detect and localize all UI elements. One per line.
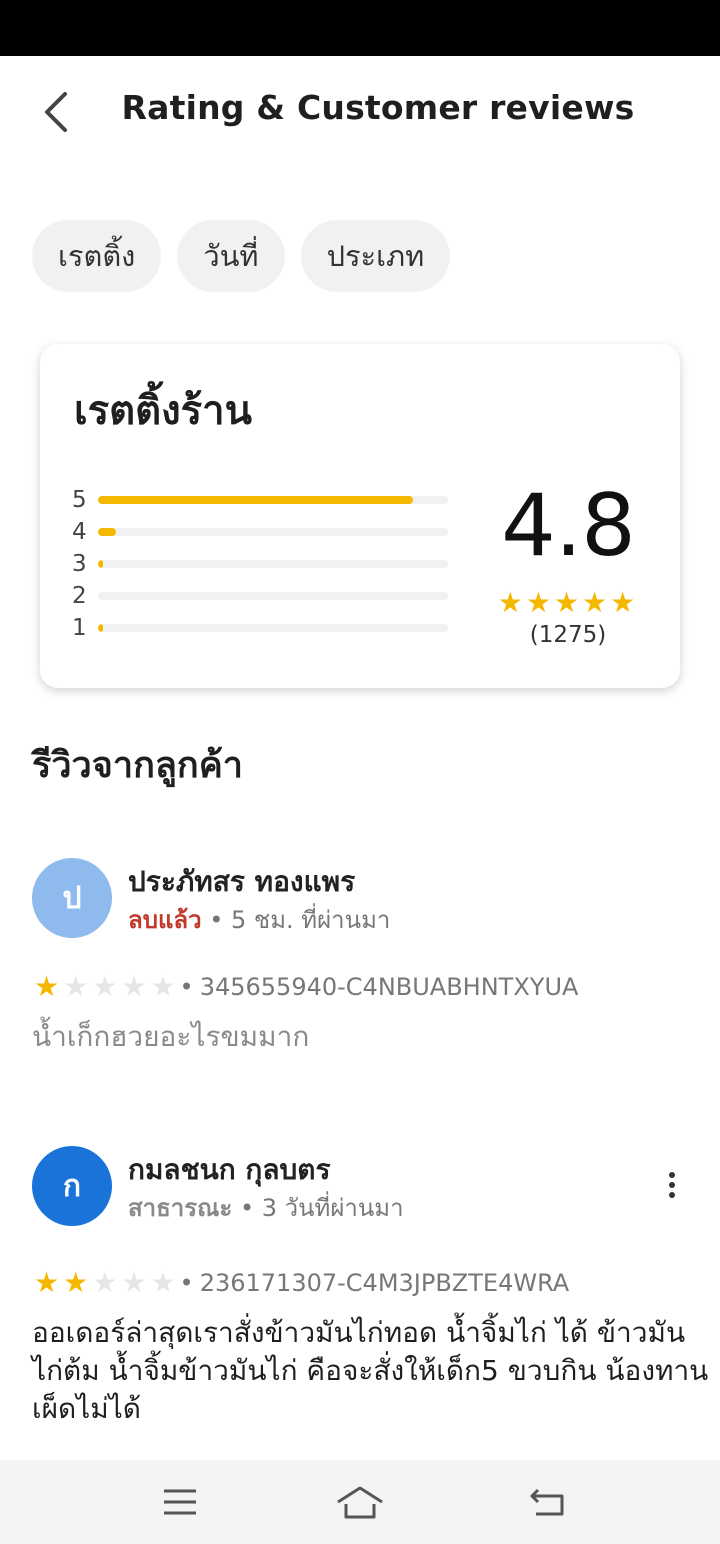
rating-card-title: เรตติ้งร้าน	[74, 388, 252, 434]
star-icon: ★	[121, 970, 147, 1003]
order-id: 236171307-C4M3JPBZTE4WRA	[199, 1268, 570, 1297]
star-icon: ★	[121, 1266, 147, 1299]
system-nav-bar	[0, 1460, 720, 1544]
rating-bar-track	[98, 560, 448, 568]
filter-chip-type[interactable]: ประเภท	[300, 220, 451, 292]
star-icon: ★	[553, 586, 583, 619]
status-bar	[0, 0, 720, 56]
star-icon: ★	[63, 1266, 89, 1299]
menu-icon	[164, 1489, 196, 1515]
average-stars: ★★★★★	[490, 586, 646, 619]
star-icon: ★	[92, 1266, 118, 1299]
review-stars: ★ ★ ★ ★ ★	[34, 970, 180, 1003]
filter-chips: เรตติ้ง วันที่ ประเภท	[32, 220, 451, 292]
star-icon: ★	[63, 970, 89, 1003]
review-time: 5 ชม. ที่ผ่านมา	[231, 906, 391, 934]
nav-back-button[interactable]	[518, 1480, 578, 1524]
star-icon: ★	[150, 970, 176, 1003]
reviews-section-title: รีวิวจากลูกค้า	[32, 745, 244, 786]
review-meta: ลบแล้ว • 5 ชม. ที่ผ่านมา	[128, 900, 390, 939]
star-icon: ★	[92, 970, 118, 1003]
meta-separator: •	[209, 906, 224, 934]
rating-bar-label: 1	[72, 615, 87, 641]
reviewer-name: ประภัทสร ทองแพร	[128, 865, 356, 898]
nav-menu-button[interactable]	[150, 1480, 210, 1524]
review-item: ก กมลชนก กุลบตร สาธารณะ • 3 วันที่ผ่านมา…	[0, 1138, 720, 1438]
rating-bar-fill	[98, 560, 103, 568]
rating-bar-track	[98, 528, 448, 536]
avatar: ป	[32, 858, 112, 938]
avatar: ก	[32, 1146, 112, 1226]
rating-bar-track	[98, 496, 448, 504]
review-text: น้ำเก็กฮวยอะไรขมมาก	[32, 1020, 310, 1053]
meta-separator: •	[179, 1268, 194, 1297]
star-icon: ★	[525, 586, 554, 619]
star-icon: ★	[150, 1266, 176, 1299]
review-status: ลบแล้ว	[128, 906, 202, 934]
star-icon: ★	[582, 586, 611, 619]
rating-bar-fill	[98, 528, 116, 536]
rating-bar-row: 4	[72, 519, 448, 545]
review-meta: สาธารณะ • 3 วันที่ผ่านมา	[128, 1188, 404, 1227]
rating-bar-label: 5	[72, 487, 87, 513]
rating-bar-row: 2	[72, 583, 448, 609]
review-item: ป ประภัทสร ทองแพร ลบแล้ว • 5 ชม. ที่ผ่าน…	[0, 850, 720, 1080]
rating-bar-track	[98, 592, 448, 600]
meta-separator: •	[239, 1194, 255, 1222]
review-rating-line: ★ ★ ★ ★ ★ • 345655940-C4NBUABHNTXYUA	[34, 970, 578, 1003]
rating-bar-row: 5	[72, 487, 448, 513]
rating-summary-card: เรตติ้งร้าน 5 4 3 2 1 4.8 ★★★★★ (1275)	[40, 344, 680, 688]
rating-bar-fill	[98, 624, 103, 632]
filter-chip-date[interactable]: วันที่	[177, 220, 285, 292]
rating-count: (1275)	[529, 622, 607, 648]
page-title: Rating & Customer reviews	[121, 88, 635, 127]
meta-separator: •	[179, 972, 194, 1001]
reviewer-name: กมลชนก กุลบตร	[128, 1153, 331, 1186]
rating-bar-label: 2	[72, 583, 87, 609]
review-text: ออเดอร์ล่าสุดเราสั่งข้าวมันไก่ทอด น้ำจิ้…	[32, 1316, 709, 1425]
star-icon: ★	[497, 586, 526, 619]
nav-home-button[interactable]	[330, 1480, 390, 1524]
rating-bar-track	[98, 624, 448, 632]
average-rating: 4.8	[501, 476, 636, 576]
filter-chip-rating[interactable]: เรตติ้ง	[32, 220, 162, 292]
rating-bar-label: 4	[72, 519, 87, 545]
review-stars: ★ ★ ★ ★ ★	[34, 1266, 180, 1299]
review-rating-line: ★ ★ ★ ★ ★ • 236171307-C4M3JPBZTE4WRA	[34, 1266, 569, 1299]
rating-bar-label: 3	[72, 551, 87, 577]
review-time: 3 วันที่ผ่านมา	[261, 1194, 404, 1222]
rating-bar-fill	[98, 496, 413, 504]
home-icon	[337, 1486, 383, 1519]
review-status: สาธารณะ	[128, 1194, 233, 1222]
star-icon: ★	[610, 586, 639, 619]
rating-bar-row: 1	[72, 615, 448, 641]
rating-bar-row: 3	[72, 551, 448, 577]
return-icon	[530, 1488, 564, 1516]
star-icon: ★	[34, 1266, 60, 1299]
review-more-button[interactable]	[652, 1160, 692, 1210]
app-header: Rating & Customer reviews	[0, 56, 720, 166]
star-icon: ★	[34, 970, 60, 1003]
order-id: 345655940-C4NBUABHNTXYUA	[199, 972, 579, 1001]
more-vertical-icon	[669, 1172, 675, 1198]
